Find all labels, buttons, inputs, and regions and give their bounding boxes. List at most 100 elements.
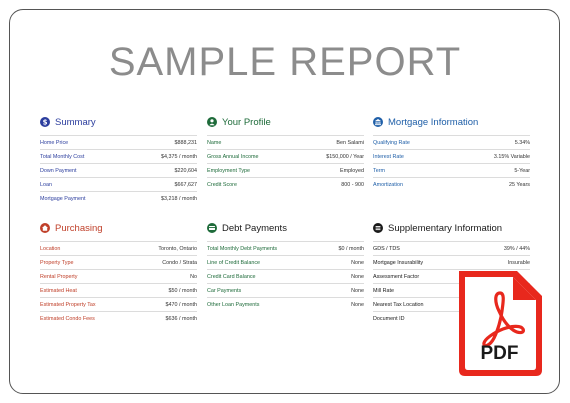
purchasing-rows: Location Toronto, Ontario Property Type Con… (40, 241, 197, 325)
row-value: No (190, 273, 197, 280)
row-label: Credit Score (207, 181, 237, 188)
row-label: Credit Card Balance (207, 273, 256, 280)
row-label: Location (40, 245, 61, 252)
purchasing-title: Purchasing (55, 222, 103, 234)
row-value: Toronto, Ontario (158, 245, 197, 252)
row-label: Employment Type (207, 167, 251, 174)
table-row: Property Type Condo / Strata (40, 255, 197, 269)
table-row: Other Loan Payments None (207, 297, 364, 311)
dollar-icon: $ (40, 117, 50, 127)
row-value: 800 - 900 (341, 181, 364, 188)
row-label: Other Loan Payments (207, 301, 260, 308)
row-label: Qualifying Rate (373, 139, 410, 146)
table-row: Estimated Condo Fees $636 / month (40, 311, 197, 325)
row-label: Estimated Property Tax (40, 301, 96, 308)
row-label: Document ID (373, 315, 405, 322)
row-value: None (351, 301, 364, 308)
row-label: Property Type (40, 259, 74, 266)
row-label: Rental Property (40, 273, 78, 280)
row-label: Amortization (373, 181, 403, 188)
row-value: $888,231 (174, 139, 197, 146)
table-row: Credit Card Balance None (207, 269, 364, 283)
row-label: Term (373, 167, 385, 174)
row-label: Car Payments (207, 287, 242, 294)
mortgage-rows: Qualifying Rate 5.34% Interest Rate 3.15% V… (373, 135, 530, 191)
table-row: Mortgage Payment $3,218 / month (40, 191, 197, 205)
table-row: GDS / TDS 39% / 44% (373, 241, 530, 255)
credit-card-icon (207, 223, 217, 233)
row-value: $470 / month (165, 301, 197, 308)
table-row: Loan $667,627 (40, 177, 197, 191)
row-value: 3.15% Variable (493, 153, 530, 160)
debt-rows: Total Monthly Debt Payments $0 / month Lin… (207, 241, 364, 311)
row-label: Mortgage Insurability (373, 259, 424, 266)
row-value: $50 / month (168, 287, 197, 294)
row-value: Ben Salami (336, 139, 364, 146)
mortgage-title: Mortgage Information (388, 116, 479, 128)
person-icon (207, 117, 217, 127)
row-label: Home Price (40, 139, 69, 146)
row-value: 39% / 44% (503, 245, 530, 252)
table-row: Gross Annual Income $150,000 / Year (207, 149, 364, 163)
row-label: Total Monthly Debt Payments (207, 245, 278, 252)
row-label: Assessment Factor (373, 273, 420, 280)
row-value: None (351, 273, 364, 280)
table-row: Estimated Heat $50 / month (40, 283, 197, 297)
row-label: Loan (40, 181, 52, 188)
purchasing-section: Purchasing Location Toronto, Ontario Prope… (40, 221, 197, 325)
bank-icon (373, 117, 383, 127)
row-label: Line of Credit Balance (207, 259, 261, 266)
profile-section: Your Profile Name Ben Salami Gross Annual … (207, 115, 364, 191)
row-value: $220,604 (174, 167, 197, 174)
row-label: Estimated Condo Fees (40, 315, 95, 322)
table-row: Total Monthly Debt Payments $0 / month (207, 241, 364, 255)
summary-rows: Home Price $888,231 Total Monthly Cost $4,3… (40, 135, 197, 205)
summary-section: $ Summary Home Price $888,231 Total Monthl… (40, 115, 197, 205)
row-label: Gross Annual Income (207, 153, 259, 160)
row-label: Interest Rate (373, 153, 404, 160)
row-label: Nearest Tax Location (373, 301, 424, 308)
debt-title: Debt Payments (222, 222, 287, 234)
row-label: Mill Rate (373, 287, 394, 294)
row-label: Name (207, 139, 222, 146)
debt-section: Debt Payments Total Monthly Debt Payment… (207, 221, 364, 311)
svg-text:$: $ (43, 119, 48, 127)
row-value: $150,000 / Year (326, 153, 364, 160)
row-label: Estimated Heat (40, 287, 77, 294)
row-value: $0 / month (338, 245, 364, 252)
row-value: $667,627 (174, 181, 197, 188)
table-row: Down Payment $220,604 (40, 163, 197, 177)
row-label: Mortgage Payment (40, 195, 86, 202)
table-row: Term 5-Year (373, 163, 530, 177)
table-row: Name Ben Salami (207, 135, 364, 149)
row-value: $4,375 / month (161, 153, 197, 160)
table-row: Credit Score 800 - 900 (207, 177, 364, 191)
table-row: Location Toronto, Ontario (40, 241, 197, 255)
row-value: None (351, 287, 364, 294)
pdf-label: PDF (480, 343, 519, 364)
table-row: Total Monthly Cost $4,375 / month (40, 149, 197, 163)
row-value: $3,218 / month (161, 195, 197, 202)
row-label: Down Payment (40, 167, 77, 174)
table-row: Qualifying Rate 5.34% (373, 135, 530, 149)
row-value: 5-Year (514, 167, 530, 174)
row-value: 5.34% (514, 139, 530, 146)
row-value: $636 / month (165, 315, 197, 322)
table-row: Line of Credit Balance None (207, 255, 364, 269)
list-icon (373, 223, 383, 233)
mortgage-section: Mortgage Information Qualifying Rate 5.34… (373, 115, 530, 191)
supplementary-title: Supplementary Information (388, 222, 503, 234)
table-row: Car Payments None (207, 283, 364, 297)
report-title: SAMPLE REPORT (108, 40, 462, 84)
row-label: Total Monthly Cost (40, 153, 85, 160)
row-label: GDS / TDS (373, 245, 400, 252)
profile-rows: Name Ben Salami Gross Annual Income $150,00… (207, 135, 364, 191)
row-value: Insurable (507, 259, 530, 266)
table-row: Amortization 25 Years (373, 177, 530, 191)
row-value: None (351, 259, 364, 266)
table-row: Estimated Property Tax $470 / month (40, 297, 197, 311)
home-icon (40, 223, 50, 233)
summary-title: Summary (55, 116, 96, 128)
table-row: Rental Property No (40, 269, 197, 283)
row-value: 25 Years (509, 181, 530, 188)
